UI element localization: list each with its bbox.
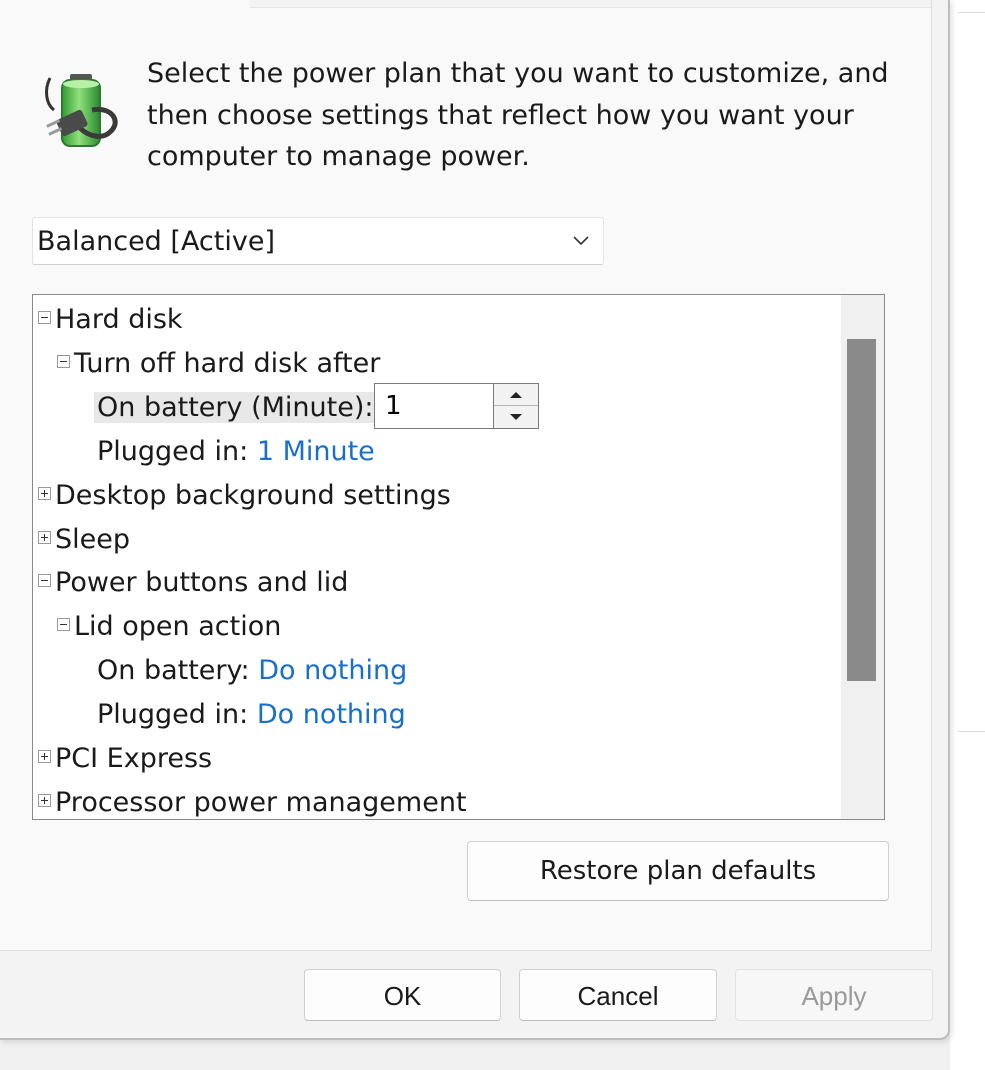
apply-button[interactable]: Apply [735, 969, 933, 1021]
setting-label: Plugged in: [97, 699, 249, 730]
ok-button[interactable]: OK [304, 969, 501, 1021]
collapse-icon[interactable] [38, 574, 51, 587]
divider [958, 12, 985, 13]
restore-plan-defaults-button[interactable]: Restore plan defaults [467, 841, 889, 901]
setting-plugged-in-hard-disk[interactable]: Plugged in: 1 Minute [97, 432, 375, 472]
tree-node-lid-open-action[interactable]: Lid open action [57, 607, 281, 647]
intro-text: Select the power plan that you want to c… [147, 58, 889, 172]
tree-node-sleep[interactable]: Sleep [38, 520, 130, 560]
setting-value-link[interactable]: Do nothing [257, 699, 406, 730]
arrow-up-icon [510, 392, 522, 398]
stepper-up-button[interactable] [494, 384, 538, 406]
tree-node-label: Processor power management [55, 787, 467, 818]
expand-icon[interactable] [38, 487, 51, 500]
chevron-down-icon [573, 236, 589, 246]
settings-tree[interactable]: Hard disk Turn off hard disk after On ba… [32, 294, 885, 820]
tree-node-label: Hard disk [55, 304, 183, 335]
collapse-icon[interactable] [38, 311, 51, 324]
advanced-settings-panel: Select the power plan that you want to c… [0, 0, 932, 951]
tree-node-power-buttons-lid[interactable]: Power buttons and lid [38, 563, 348, 603]
setting-value-link[interactable]: Do nothing [258, 655, 407, 686]
setting-lid-plugged-in[interactable]: Plugged in: Do nothing [97, 695, 406, 735]
setting-label: On battery: [97, 655, 250, 686]
tree-node-label: PCI Express [55, 743, 213, 774]
settings-tree-content: Hard disk Turn off hard disk after On ba… [33, 295, 841, 819]
collapse-icon[interactable] [57, 355, 70, 368]
tab-strip-edge [250, 0, 931, 8]
collapse-icon[interactable] [57, 618, 70, 631]
setting-on-battery-minutes[interactable]: On battery (Minute): [94, 388, 378, 428]
tab-edge [0, 0, 250, 7]
button-label: OK [383, 981, 422, 1011]
tree-node-turn-off-hard-disk[interactable]: Turn off hard disk after [57, 344, 380, 384]
minutes-value[interactable]: 1 [385, 388, 402, 424]
expand-icon[interactable] [38, 750, 51, 763]
background-window-edge [950, 0, 985, 1070]
cancel-button[interactable]: Cancel [519, 969, 717, 1021]
divider [958, 731, 985, 732]
setting-value-link[interactable]: 1 Minute [257, 436, 375, 467]
scrollbar-thumb[interactable] [847, 339, 876, 681]
tree-node-processor-power[interactable]: Processor power management [38, 783, 467, 819]
setting-lid-on-battery[interactable]: On battery: Do nothing [97, 651, 407, 691]
power-options-dialog: Select the power plan that you want to c… [0, 0, 950, 1040]
power-plan-dropdown[interactable]: Balanced [Active] [32, 217, 604, 265]
button-label: Apply [801, 981, 867, 1011]
expand-icon[interactable] [38, 531, 51, 544]
battery-plug-icon [45, 74, 118, 147]
setting-label: On battery (Minute): [94, 392, 378, 423]
tree-node-desktop-background[interactable]: Desktop background settings [38, 476, 451, 516]
minutes-stepper[interactable]: 1 [374, 383, 539, 429]
setting-label: Plugged in: [97, 436, 249, 467]
tree-node-pci-express[interactable]: PCI Express [38, 739, 212, 779]
arrow-down-icon [510, 414, 522, 420]
tree-node-label: Desktop background settings [55, 480, 451, 511]
button-label: Cancel [577, 981, 659, 1011]
tree-node-label: Power buttons and lid [55, 567, 349, 598]
stepper-down-button[interactable] [494, 406, 538, 428]
expand-icon[interactable] [38, 794, 51, 807]
power-plan-value: Balanced [Active] [37, 226, 275, 257]
tree-node-label: Lid open action [74, 611, 282, 642]
button-label: Restore plan defaults [539, 856, 817, 886]
tree-node-label: Turn off hard disk after [74, 348, 381, 379]
stepper-buttons [493, 384, 538, 428]
tree-node-label: Sleep [55, 524, 131, 555]
tree-node-hard-disk[interactable]: Hard disk [38, 300, 183, 340]
